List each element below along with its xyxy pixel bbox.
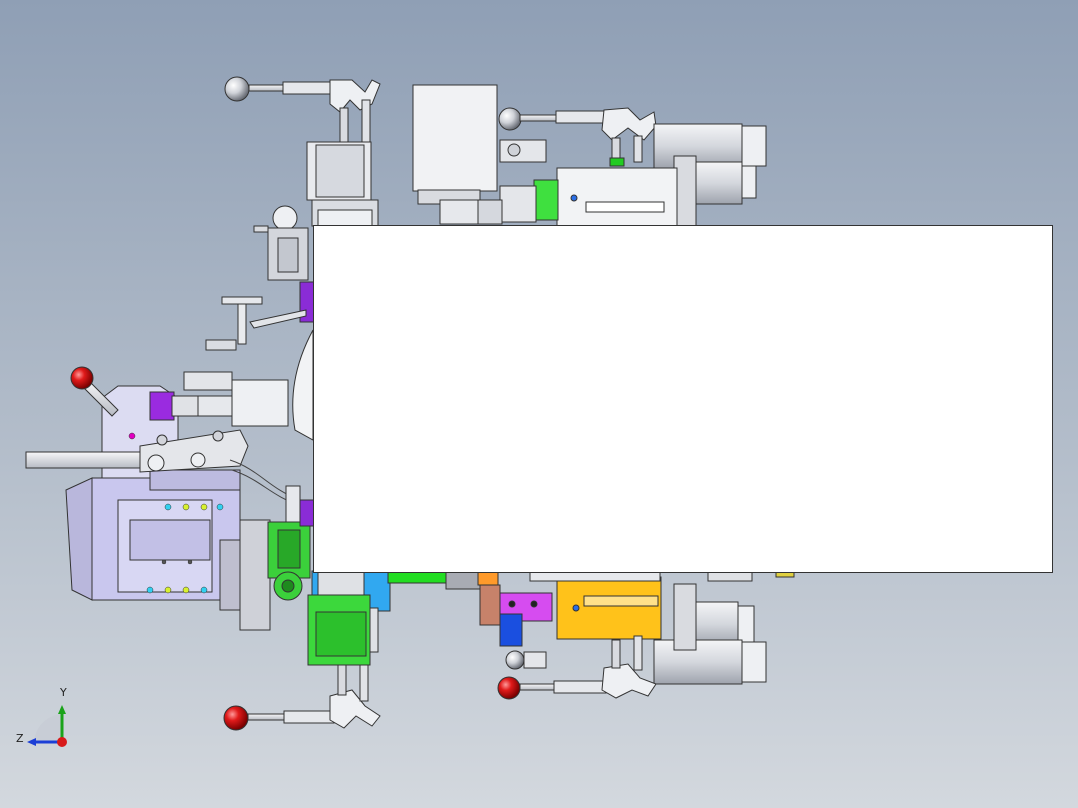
bottom-right-slide-block[interactable] [445, 570, 662, 647]
upper-left-cylinder[interactable] [253, 205, 317, 323]
center-disk [292, 329, 314, 441]
axis-triad: Y Z [12, 686, 76, 750]
blank-overlay-panel [313, 225, 1053, 573]
top-right-slide-block[interactable] [477, 139, 678, 227]
y-axis-label: Y [60, 686, 67, 699]
upper-motor-block[interactable] [306, 141, 379, 227]
t-handle[interactable] [205, 296, 307, 351]
bottom-right-air-cylinders[interactable] [653, 583, 767, 685]
bottom-left-red-knob-icon [223, 705, 249, 731]
top-right-knob-icon [498, 107, 522, 131]
lower-motor-block[interactable] [307, 570, 449, 666]
lower-left-green-cylinder[interactable] [267, 485, 315, 601]
purple-fitting[interactable] [149, 371, 289, 427]
red-knob-icon [70, 366, 94, 390]
top-left-knob-icon [224, 76, 250, 102]
bottom-right-red-knob-icon [497, 676, 521, 700]
cad-viewport[interactable]: Y Z [0, 0, 1078, 808]
z-axis-label: Z [16, 732, 24, 745]
bottom-left-clamp-lever[interactable] [223, 664, 381, 731]
top-left-clamp-lever[interactable] [224, 76, 381, 143]
